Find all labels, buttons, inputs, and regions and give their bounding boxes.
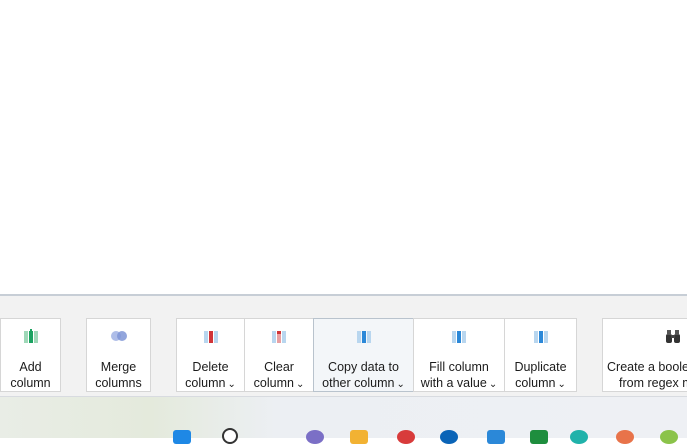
- app-icon[interactable]: [570, 430, 588, 444]
- teams-icon[interactable]: [306, 430, 324, 444]
- merge-columns-label-line1: Merge: [100, 360, 137, 374]
- add-column-label-line2: column: [10, 376, 51, 390]
- app-icon[interactable]: [616, 430, 634, 444]
- avatar[interactable]: [397, 430, 415, 444]
- duplicate-column-label-line1: Duplicate: [514, 360, 567, 374]
- chevron-down-icon: ⌄: [396, 379, 405, 390]
- edge-icon[interactable]: [440, 430, 458, 444]
- add-column-icon: [23, 329, 38, 343]
- column-tools-ribbon: Add column Merge columns Delete column ⌄ …: [0, 294, 687, 398]
- add-column-button[interactable]: Add column: [0, 318, 61, 392]
- store-icon[interactable]: [487, 430, 505, 444]
- excel-icon[interactable]: [530, 430, 548, 444]
- copy-column-icon: [356, 331, 371, 343]
- copy-data-label-line2: other column: [322, 376, 395, 390]
- copy-data-label-line1: Copy data to: [328, 360, 399, 374]
- delete-column-label-line1: Delete: [192, 360, 229, 374]
- clear-column-icon: [272, 331, 286, 343]
- fill-column-button[interactable]: Fill column with a value ⌄: [413, 318, 505, 392]
- chevron-down-icon: ⌄: [295, 379, 305, 390]
- file-explorer-icon[interactable]: [350, 430, 368, 444]
- clear-column-label-line2: column: [253, 376, 294, 390]
- delete-column-label-line2: column: [185, 376, 226, 390]
- merge-columns-icon: [110, 331, 127, 341]
- app-icon[interactable]: [660, 430, 678, 444]
- create-boolean-label-line1: Create a boolea: [607, 360, 687, 374]
- create-boolean-label-line2: from regex m: [619, 376, 687, 390]
- delete-column-icon: [203, 331, 218, 343]
- windows-start-icon[interactable]: [173, 430, 191, 444]
- merge-columns-button[interactable]: Merge columns: [86, 318, 151, 392]
- binoculars-icon: [666, 330, 680, 343]
- delete-column-button[interactable]: Delete column ⌄: [176, 318, 245, 392]
- clear-column-label-line1: Clear: [264, 360, 294, 374]
- copy-data-button[interactable]: Copy data to other column ⌄: [313, 318, 414, 392]
- fill-column-label-line1: Fill column: [429, 360, 489, 374]
- duplicate-column-button[interactable]: Duplicate column ⌄: [504, 318, 577, 392]
- merge-columns-label-line2: columns: [95, 376, 142, 390]
- create-boolean-button[interactable]: Create a boolea from regex m: [602, 318, 687, 392]
- chevron-down-icon: ⌄: [227, 379, 236, 390]
- clear-column-button[interactable]: Clear column ⌄: [244, 318, 314, 392]
- duplicate-column-label-line2: column: [515, 376, 556, 390]
- fill-column-icon: [452, 331, 466, 343]
- duplicate-column-icon: [533, 331, 548, 343]
- search-icon[interactable]: [222, 428, 238, 444]
- chevron-down-icon: ⌄: [557, 379, 566, 390]
- document-area: [0, 0, 687, 294]
- fill-column-label-line2: with a value: [420, 376, 487, 390]
- taskbar: [0, 396, 687, 444]
- add-column-label-line1: Add: [19, 360, 42, 374]
- chevron-down-icon: ⌄: [488, 379, 498, 390]
